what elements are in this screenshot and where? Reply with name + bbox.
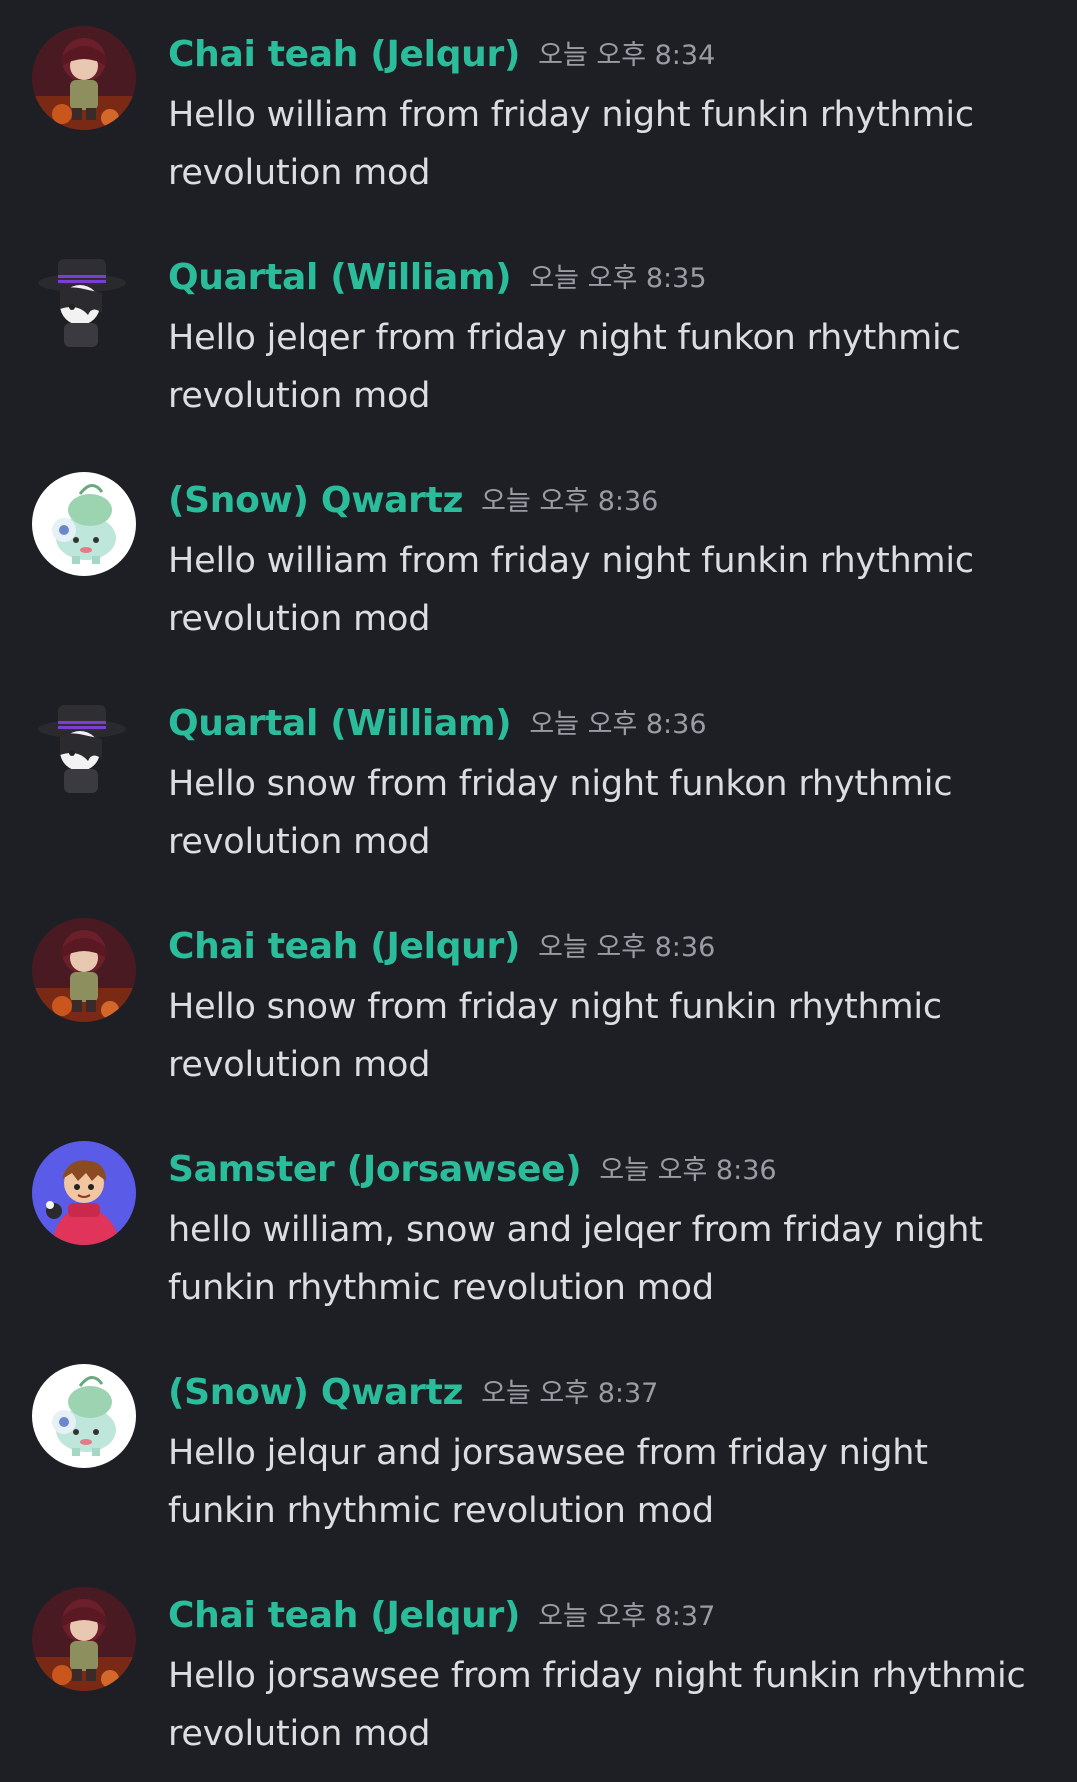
message-item[interactable]: Chai teah (Jelqur) 오늘 오후 8:37 Hello jorsa… — [0, 1561, 1077, 1761]
jorsawsee-avatar[interactable] — [32, 1141, 136, 1245]
message-header: (Snow) Qwartz 오늘 오후 8:37 — [168, 1370, 658, 1416]
message-item[interactable]: Chai teah (Jelqur) 오늘 오후 8:34 Hello willi… — [0, 0, 1077, 200]
jelqur-avatar[interactable] — [32, 26, 136, 130]
message-item[interactable]: (Snow) Qwartz 오늘 오후 8:36 Hello william fr… — [0, 446, 1077, 646]
message-item[interactable]: Quartal (William) 오늘 오후 8:35 Hello jelqer… — [0, 223, 1077, 423]
message-header: Chai teah (Jelqur) 오늘 오후 8:36 — [168, 924, 715, 970]
snow-avatar[interactable] — [32, 472, 136, 576]
message-text: Hello snow from friday night funkon rhyt… — [168, 764, 953, 862]
message-header: Chai teah (Jelqur) 오늘 오후 8:37 — [168, 1593, 715, 1639]
timestamp: 오늘 오후 8:34 — [538, 40, 716, 71]
message-item[interactable]: Quartal (William) 오늘 오후 8:36 Hello snow f… — [0, 669, 1077, 869]
timestamp: 오늘 오후 8:36 — [481, 486, 659, 517]
message-text: Hello jorsawsee from friday night funkin… — [168, 1656, 1026, 1754]
message-text: Hello jelqur and jorsawsee from friday n… — [168, 1433, 928, 1531]
timestamp: 오늘 오후 8:35 — [529, 263, 707, 294]
author-name[interactable]: Quartal (William) — [168, 703, 512, 744]
snow-avatar[interactable] — [32, 1364, 136, 1468]
message-header: Quartal (William) 오늘 오후 8:35 — [168, 255, 707, 301]
author-name[interactable]: Quartal (William) — [168, 257, 512, 298]
author-name[interactable]: Chai teah (Jelqur) — [168, 34, 520, 75]
timestamp: 오늘 오후 8:36 — [599, 1155, 777, 1186]
timestamp: 오늘 오후 8:36 — [529, 709, 707, 740]
author-name[interactable]: (Snow) Qwartz — [168, 480, 463, 521]
author-name[interactable]: Chai teah (Jelqur) — [168, 926, 520, 967]
message-item[interactable]: Chai teah (Jelqur) 오늘 오후 8:36 Hello snow … — [0, 892, 1077, 1092]
timestamp: 오늘 오후 8:36 — [538, 932, 716, 963]
jelqur-avatar[interactable] — [32, 918, 136, 1022]
message-header: Chai teah (Jelqur) 오늘 오후 8:34 — [168, 32, 715, 78]
message-list: Chai teah (Jelqur) 오늘 오후 8:34 Hello willi… — [0, 0, 1077, 1782]
author-name[interactable]: (Snow) Qwartz — [168, 1372, 463, 1413]
william-avatar[interactable] — [32, 695, 136, 799]
message-text: hello william, snow and jelqer from frid… — [168, 1210, 983, 1308]
message-text: Hello william from friday night funkin r… — [168, 541, 974, 639]
message-header: Quartal (William) 오늘 오후 8:36 — [168, 701, 707, 747]
message-item[interactable]: Samster (Jorsawsee) 오늘 오후 8:36 hello will… — [0, 1115, 1077, 1315]
message-header: Samster (Jorsawsee) 오늘 오후 8:36 — [168, 1147, 777, 1193]
message-text: Hello jelqer from friday night funkon rh… — [168, 318, 961, 416]
message-item[interactable]: (Snow) Qwartz 오늘 오후 8:37 Hello jelqur and… — [0, 1338, 1077, 1538]
message-text: Hello william from friday night funkin r… — [168, 95, 974, 193]
timestamp: 오늘 오후 8:37 — [481, 1378, 659, 1409]
author-name[interactable]: Samster (Jorsawsee) — [168, 1149, 582, 1190]
william-avatar[interactable] — [32, 249, 136, 353]
jelqur-avatar[interactable] — [32, 1587, 136, 1691]
message-header: (Snow) Qwartz 오늘 오후 8:36 — [168, 478, 658, 524]
author-name[interactable]: Chai teah (Jelqur) — [168, 1595, 520, 1636]
message-text: Hello snow from friday night funkin rhyt… — [168, 987, 942, 1085]
timestamp: 오늘 오후 8:37 — [538, 1601, 716, 1632]
